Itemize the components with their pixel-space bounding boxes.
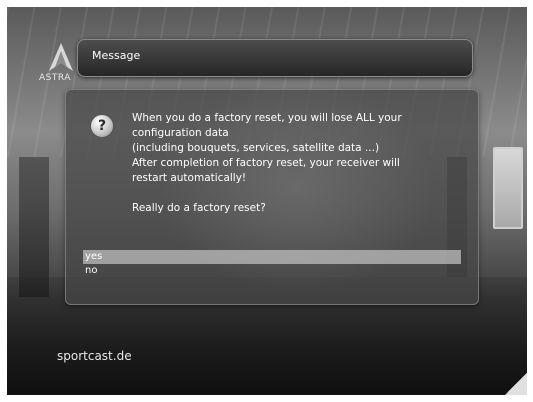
question-mark-icon: ? — [90, 114, 114, 138]
option-no[interactable]: no — [83, 264, 461, 278]
corner-decoration — [505, 373, 527, 395]
message-title: Message — [92, 49, 141, 62]
message-line: When you do a factory reset, you will lo… — [132, 112, 402, 124]
message-line: After completion of factory reset, your … — [132, 157, 400, 169]
background-wall-display — [493, 147, 523, 229]
message-line: configuration data — [132, 127, 229, 139]
tv-screen: ASTRA Message ? When you do a factory re… — [7, 7, 527, 395]
astra-logo-text: ASTRA — [39, 73, 71, 83]
message-line: restart automatically! — [132, 172, 247, 184]
dialog-message: When you do a factory reset, you will lo… — [132, 111, 468, 216]
watermark-text: sportcast.de — [57, 349, 132, 363]
message-line: (including bouquets, services, satellite… — [132, 142, 380, 154]
option-list: yes no — [83, 250, 461, 278]
dialog-question: Really do a factory reset? — [132, 202, 266, 214]
option-yes[interactable]: yes — [83, 250, 461, 264]
factory-reset-dialog: ? When you do a factory reset, you will … — [65, 89, 479, 305]
message-title-bar: Message — [77, 39, 473, 77]
background-pillar-left — [19, 157, 49, 297]
